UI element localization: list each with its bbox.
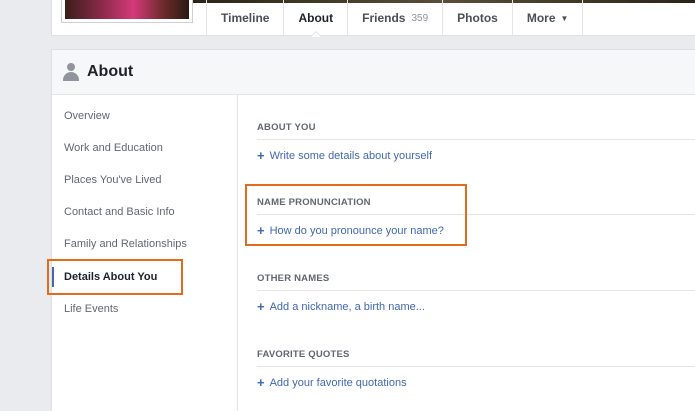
sidebar-item-contact-info[interactable]: Contact and Basic Info	[52, 196, 238, 228]
profile-picture[interactable]	[62, 0, 192, 22]
section-about-you: ABOUT YOU + Write some details about your…	[257, 122, 695, 162]
tab-label: Friends	[362, 11, 406, 25]
section-link-label: Add your favorite quotations	[269, 376, 407, 389]
about-content: ABOUT YOU + Write some details about your…	[239, 95, 695, 411]
section-other-names: OTHER NAMES + Add a nickname, a birth nam…	[257, 273, 695, 313]
sidebar-item-label: Overview	[64, 110, 110, 122]
section-title: OTHER NAMES	[257, 273, 695, 291]
sidebar-item-work-education[interactable]: Work and Education	[52, 132, 238, 164]
profile-tabs: Timeline About Friends 359 Photos More ▼	[206, 0, 584, 37]
plus-icon: +	[257, 375, 265, 390]
tab-label: More	[526, 11, 556, 25]
add-about-you-link[interactable]: + Write some details about yourself	[257, 149, 695, 162]
plus-icon: +	[257, 299, 265, 314]
friends-count: 359	[411, 12, 429, 24]
sidebar-item-label: Family and Relationships	[64, 238, 187, 250]
plus-icon: +	[257, 148, 265, 163]
tab-friends[interactable]: Friends 359	[347, 0, 442, 36]
sidebar-item-life-events[interactable]: Life Events	[52, 293, 238, 325]
tab-label: About	[298, 11, 334, 25]
tab-label: Timeline	[221, 11, 270, 25]
add-other-names-link[interactable]: + Add a nickname, a birth name...	[257, 300, 695, 313]
section-link-label: Write some details about yourself	[269, 149, 433, 162]
section-title: ABOUT YOU	[257, 122, 695, 140]
about-title: About	[87, 63, 134, 80]
about-card-header: About	[52, 50, 695, 95]
add-favorite-quotes-link[interactable]: + Add your favorite quotations	[257, 376, 695, 389]
sidebar-item-places-lived[interactable]: Places You've Lived	[52, 164, 238, 196]
section-favorite-quotes: FAVORITE QUOTES + Add your favorite quota…	[257, 349, 695, 389]
sidebar-item-overview[interactable]: Overview	[52, 100, 238, 132]
sidebar-item-label: Work and Education	[64, 142, 163, 154]
profile-photo-image	[65, 0, 189, 19]
sidebar-item-label: Life Events	[64, 303, 119, 315]
about-sidebar: Overview Work and Education Places You'v…	[52, 95, 238, 411]
sidebar-item-label: Contact and Basic Info	[64, 206, 175, 218]
tab-about[interactable]: About	[283, 0, 347, 37]
highlight-box-details	[47, 259, 183, 295]
caret-down-icon: ▼	[560, 13, 569, 23]
section-title: FAVORITE QUOTES	[257, 349, 695, 367]
person-icon	[63, 63, 79, 81]
section-link-label: Add a nickname, a birth name...	[269, 300, 425, 313]
highlight-box-pronunciation	[245, 184, 467, 246]
sidebar-item-label: Places You've Lived	[64, 174, 162, 186]
tab-timeline[interactable]: Timeline	[206, 0, 283, 36]
tab-label: Photos	[457, 11, 498, 25]
tab-photos[interactable]: Photos	[442, 0, 512, 36]
sidebar-item-family-relationships[interactable]: Family and Relationships	[52, 228, 238, 260]
tab-more[interactable]: More ▼	[511, 0, 584, 36]
